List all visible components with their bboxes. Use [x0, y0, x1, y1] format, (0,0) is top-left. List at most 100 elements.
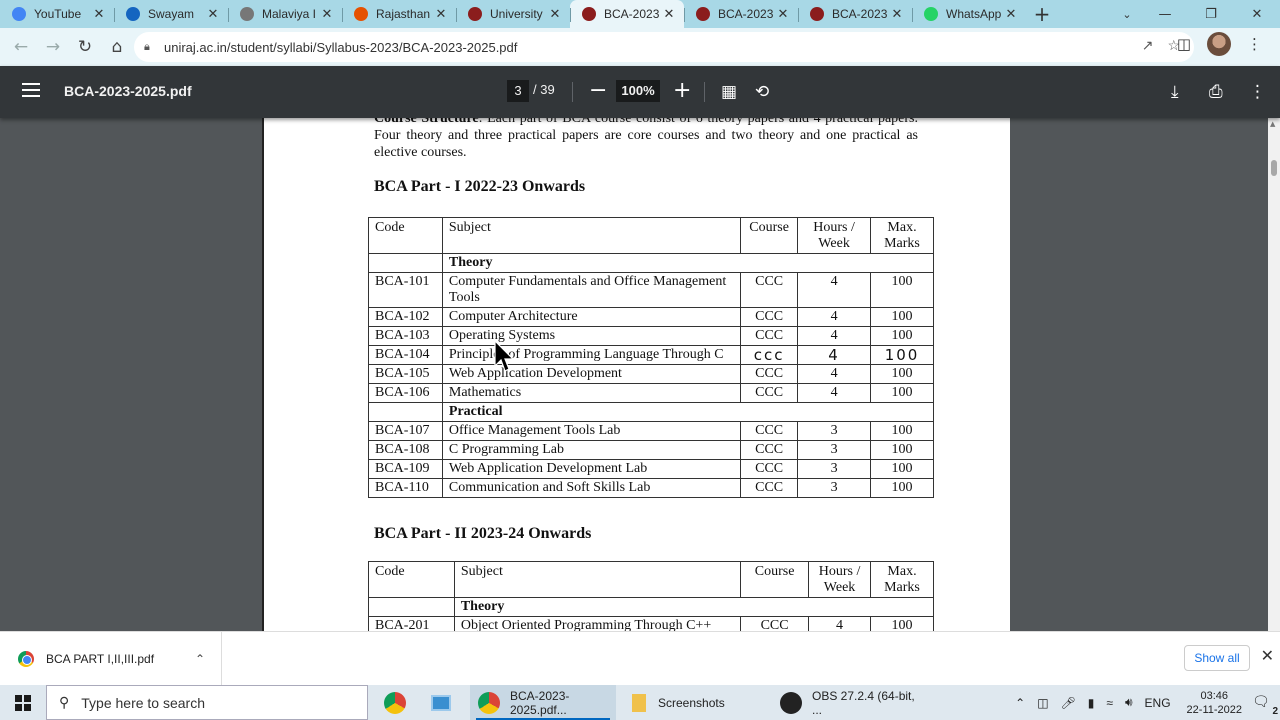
chevron-up-icon[interactable]: ⌃: [195, 652, 205, 666]
hours-cell: 4: [797, 364, 872, 384]
download-bar: BCA PART I,II,III.pdf ⌃ Show all ✕: [0, 631, 1280, 686]
menu-icon[interactable]: [22, 83, 40, 101]
browser-menu-icon[interactable]: ⋮: [1247, 35, 1262, 53]
back-icon[interactable]: ←: [6, 32, 36, 62]
pdf-title: BCA-2023-2025.pdf: [64, 83, 192, 99]
lock-icon[interactable]: 🔒︎: [144, 41, 158, 54]
column-header: Course: [740, 217, 799, 254]
new-tab-button[interactable]: +: [1026, 0, 1058, 28]
course-cell: CCC: [740, 478, 799, 498]
clock[interactable]: 03:46 22-11-2022: [1187, 689, 1242, 717]
scrollbar-thumb[interactable]: [1271, 160, 1277, 176]
tab-label: BCA-2023: [604, 7, 660, 21]
browser-tab[interactable]: BCA-2023 ✕: [570, 0, 684, 28]
taskbar-app-obs[interactable]: OBS 27.2.4 (64-bit, ...: [772, 685, 922, 720]
browser-tab[interactable]: BCA-2023 ✕: [798, 0, 912, 28]
share-icon[interactable]: ↗: [1142, 37, 1154, 54]
hours-cell: 4: [797, 326, 872, 346]
reload-icon[interactable]: ↻: [70, 32, 100, 62]
download-icon[interactable]: ⤓: [1171, 82, 1179, 102]
course-cell: CCC: [740, 326, 799, 346]
table-row: BCA-103 Operating Systems CCC 4 100: [368, 326, 934, 346]
close-tab-icon[interactable]: ✕: [662, 6, 676, 22]
pdf-viewer[interactable]: Course Structure: Each part of BCA cours…: [0, 118, 1280, 631]
tab-label: BCA-2023: [832, 7, 888, 21]
print-icon[interactable]: ⎙: [1209, 82, 1223, 102]
close-window-icon[interactable]: ✕: [1234, 0, 1280, 28]
close-tab-icon[interactable]: ✕: [890, 6, 904, 22]
close-tab-icon[interactable]: ✕: [548, 6, 562, 22]
table-group-row: Theory: [368, 253, 935, 273]
show-all-button[interactable]: Show all: [1184, 645, 1250, 671]
browser-tab[interactable]: WhatsApp ✕: [912, 0, 1026, 28]
browser-tab[interactable]: Malaviya I ✕: [228, 0, 342, 28]
close-tab-icon[interactable]: ✕: [1004, 6, 1018, 22]
forward-icon[interactable]: →: [38, 32, 68, 62]
group-label: Theory: [441, 253, 935, 273]
course-cell: CCC: [740, 421, 799, 441]
taskbar-controlpanel-pinned[interactable]: [425, 685, 461, 720]
avatar[interactable]: [1207, 32, 1231, 56]
zoom-in-icon[interactable]: +: [673, 78, 691, 104]
rotate-icon[interactable]: ⟲: [755, 82, 769, 102]
browser-tab[interactable]: Rajasthan ✕: [342, 0, 456, 28]
subject-cell: C Programming Lab: [441, 440, 742, 460]
browser-tab[interactable]: Swayam ✕: [114, 0, 228, 28]
close-tab-icon[interactable]: ✕: [434, 6, 448, 22]
fit-page-icon[interactable]: ▦: [721, 82, 737, 102]
close-tab-icon[interactable]: ✕: [92, 6, 106, 22]
scrollbar[interactable]: ▲: [1268, 118, 1280, 631]
tab-label: YouTube: [34, 7, 82, 21]
course-cell: CCC: [740, 364, 799, 384]
marks-cell: 100: [870, 383, 934, 403]
address-bar[interactable]: 🔒︎ uniraj.ac.in/student/syllabi/Syllabus…: [134, 32, 1194, 62]
code-cell: BCA-101: [368, 272, 443, 308]
section-heading-part1: BCA Part - I 2022-23 Onwards: [374, 178, 586, 195]
page-number-input[interactable]: 3: [507, 80, 529, 102]
taskbar-search[interactable]: ⚲ Type here to search: [46, 685, 368, 720]
close-tab-icon[interactable]: ✕: [206, 6, 220, 22]
taskbar-chrome-pinned[interactable]: [380, 685, 410, 720]
tray-app-icon[interactable]: ◫: [1037, 696, 1048, 710]
taskbar-app-explorer[interactable]: Screenshots: [624, 685, 770, 720]
minimize-icon[interactable]: —: [1142, 0, 1188, 28]
tab-label: BCA-2023: [718, 7, 774, 21]
tab-search-icon[interactable]: ⌄: [1112, 0, 1142, 28]
globe-icon: [240, 7, 254, 21]
tab-label: Rajasthan: [376, 7, 431, 21]
browser-tab[interactable]: BCA-2023 ✕: [684, 0, 798, 28]
download-item[interactable]: BCA PART I,II,III.pdf ⌃: [0, 632, 222, 686]
table-row: BCA-110 Communication and Soft Skills Lab…: [368, 478, 934, 498]
column-header: Hours / Week: [808, 561, 872, 598]
group-label: Theory: [453, 597, 935, 617]
browser-tab[interactable]: YouTube ✕: [0, 0, 114, 28]
side-panel-icon[interactable]: ◫: [1177, 35, 1191, 53]
close-tab-icon[interactable]: ✕: [776, 6, 790, 22]
restore-icon[interactable]: ❐: [1188, 0, 1234, 28]
battery-icon[interactable]: ▮: [1088, 696, 1095, 710]
zoom-out-icon[interactable]: −: [589, 78, 607, 104]
notification-count: 2: [1272, 705, 1278, 717]
taskbar-app-label: BCA-2023-2025.pdf...: [510, 688, 570, 717]
more-icon[interactable]: ⋮: [1249, 82, 1266, 102]
taskbar-app-chrome[interactable]: BCA-2023-2025.pdf...: [470, 685, 616, 720]
taskbar: ⚲ Type here to search BCA-2023-2025.pdf.…: [0, 685, 1280, 720]
close-download-bar-icon[interactable]: ✕: [1261, 646, 1274, 665]
course-cell: CCC: [740, 383, 799, 403]
browser-tab[interactable]: University ✕: [456, 0, 570, 28]
wifi-icon[interactable]: ≈: [1106, 696, 1113, 710]
microphone-icon[interactable]: 🎤︎: [1061, 696, 1076, 710]
tab-label: Swayam: [148, 7, 195, 21]
chrome-icon: [478, 691, 500, 714]
start-button[interactable]: [0, 685, 46, 720]
language-indicator[interactable]: ENG: [1145, 696, 1171, 710]
notification-icon[interactable]: 🗨︎ 2: [1252, 693, 1280, 717]
course-cell: CCC: [740, 440, 799, 460]
scroll-up-icon[interactable]: ▲: [1270, 120, 1275, 128]
close-tab-icon[interactable]: ✕: [320, 6, 334, 22]
home-icon[interactable]: ⌂: [102, 32, 132, 62]
tray-chevron-icon[interactable]: ⌃: [1015, 696, 1025, 710]
zoom-input[interactable]: 100%: [616, 80, 660, 102]
volume-icon[interactable]: 🔊︎: [1125, 695, 1133, 710]
swayam-icon: [126, 7, 140, 21]
